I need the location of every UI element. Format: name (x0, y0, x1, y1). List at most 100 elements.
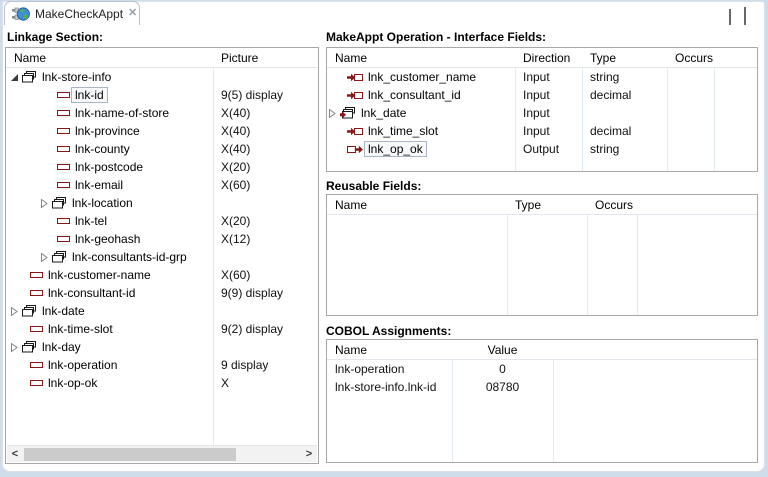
column-header-name[interactable]: Name (6, 48, 213, 67)
tree-row[interactable]: lnk-day (6, 338, 318, 356)
table-row[interactable]: lnk-store-info.lnk-id08780 (327, 378, 757, 396)
name-cell: lnk_op_ok (327, 141, 515, 157)
tree-row[interactable]: lnk-customer-nameX(60) (6, 266, 318, 284)
item-label: lnk-county (75, 142, 130, 156)
name-cell: lnk-operation (6, 358, 213, 372)
tree-row[interactable]: lnk-id9(5) display (6, 86, 318, 104)
scroll-thumb[interactable] (24, 448, 236, 461)
tree-row[interactable]: lnk-operation9 display (6, 356, 318, 374)
scroll-left-icon[interactable]: < (7, 446, 23, 462)
name-cell: lnk_date (327, 106, 515, 120)
field-icon (57, 145, 70, 153)
column-header-name[interactable]: Name (327, 195, 507, 214)
column-header-occurs[interactable]: Occurs (667, 48, 714, 67)
column-header-name[interactable]: Name (327, 340, 452, 359)
collapsed-arrow-icon[interactable] (328, 109, 337, 118)
maximize-icon (744, 7, 746, 25)
tree-row[interactable]: lnk-date (6, 302, 318, 320)
value-cell: X(60) (213, 178, 313, 192)
value-cell: X(12) (213, 232, 313, 246)
item-label: lnk-name-of-store (75, 106, 169, 120)
minimize-icon (729, 9, 731, 25)
value-cell: lnk-store-info.lnk-id (327, 380, 452, 394)
value-cell: Input (515, 88, 582, 102)
item-label: lnk-time-slot (48, 322, 113, 336)
item-label: lnk_date (361, 106, 406, 120)
tree-row[interactable]: lnk-geohashX(12) (6, 230, 318, 248)
group-icon (22, 305, 37, 317)
collapsed-arrow-icon[interactable] (40, 253, 49, 262)
table-row[interactable]: lnk_op_okOutputstring (327, 140, 757, 158)
tree-row[interactable]: lnk-time-slot 9(2) display (6, 320, 318, 338)
tree-row[interactable]: lnk-store-info (6, 68, 318, 86)
scroll-right-icon[interactable]: > (301, 446, 317, 462)
value-cell: X(60) (213, 268, 313, 282)
value-cell: 9(9) display (213, 286, 313, 300)
column-header-direction[interactable]: Direction (515, 48, 582, 67)
item-label: lnk-province (75, 124, 140, 138)
field-icon (30, 361, 43, 369)
value-cell: Output (515, 142, 582, 156)
view-tab-makecheckappt[interactable]: MakeCheckAppt ✕ (4, 1, 140, 25)
column-header-occurs[interactable]: Occurs (587, 195, 637, 214)
group-icon (52, 251, 67, 263)
value-cell: Input (515, 106, 582, 120)
tab-close-icon[interactable]: ✕ (128, 8, 137, 19)
name-cell: lnk-postcode (6, 160, 213, 174)
tree-row[interactable]: lnk-consultants-id-grp (6, 248, 318, 266)
tree-row[interactable]: lnk-emailX(60) (6, 176, 318, 194)
collapsed-arrow-icon[interactable] (10, 307, 19, 316)
tree-row[interactable]: lnk-countyX(40) (6, 140, 318, 158)
value-cell: lnk-operation (327, 362, 452, 376)
column-header-type[interactable]: Type (507, 195, 587, 214)
horizontal-scrollbar[interactable]: < > (7, 445, 317, 462)
table-row[interactable]: lnk_consultant_idInputdecimal (327, 86, 757, 104)
tree-row[interactable]: lnk-provinceX(40) (6, 122, 318, 140)
editor-view: MakeCheckAppt ✕ Linkage Section: MakeApp… (2, 1, 765, 472)
value-cell: X(40) (213, 106, 313, 120)
column-header-type[interactable]: Type (582, 48, 667, 67)
output-field-icon (347, 145, 363, 154)
name-cell: lnk-county (6, 142, 213, 156)
name-cell: lnk-time-slot (6, 322, 213, 336)
tree-row[interactable]: lnk-consultant-id9(9) display (6, 284, 318, 302)
item-label: lnk-date (42, 304, 85, 318)
table-row[interactable]: lnk_customer_nameInputstring (327, 68, 757, 86)
collapsed-arrow-icon[interactable] (10, 343, 19, 352)
field-icon (57, 91, 70, 99)
tree-row[interactable]: lnk-telX(20) (6, 212, 318, 230)
item-label: lnk-tel (75, 214, 107, 228)
tree-row[interactable]: lnk-postcodeX(20) (6, 158, 318, 176)
table-row[interactable]: lnk_date Input (327, 104, 757, 122)
maximize-view-button[interactable] (744, 10, 746, 24)
group-input-icon (340, 107, 356, 119)
field-icon (30, 325, 43, 333)
input-field-icon (347, 91, 363, 100)
value-cell: 9 display (213, 358, 313, 372)
value-cell: 9(2) display (213, 322, 313, 336)
column-header-value[interactable]: Value (452, 340, 553, 359)
value-cell: Input (515, 124, 582, 138)
table-row[interactable]: lnk-operation0 (327, 360, 757, 378)
column-header-picture[interactable]: Picture (213, 48, 313, 67)
group-icon (22, 71, 37, 83)
name-cell: lnk-province (6, 124, 213, 138)
cobol-assignments-table: Name Value lnk-operation0lnk-store-info.… (326, 339, 758, 463)
name-cell: lnk-name-of-store (6, 106, 213, 120)
value-cell: 08780 (452, 380, 553, 394)
collapsed-arrow-icon[interactable] (40, 199, 49, 208)
tree-row[interactable]: lnk-op-okX (6, 374, 318, 392)
item-label: lnk_time_slot (368, 124, 438, 138)
table-row[interactable]: lnk_time_slotInputdecimal (327, 122, 757, 140)
field-icon (57, 181, 70, 189)
name-cell: lnk-consultant-id (6, 286, 213, 300)
tree-row[interactable]: lnk-location (6, 194, 318, 212)
expanded-arrow-icon[interactable] (10, 73, 19, 82)
webservice-globe-icon (12, 6, 30, 22)
minimize-view-button[interactable] (729, 10, 731, 24)
input-field-icon (347, 127, 363, 136)
column-header-name[interactable]: Name (327, 48, 515, 67)
name-cell: lnk-store-info (6, 70, 213, 84)
value-cell: Input (515, 70, 582, 84)
tree-row[interactable]: lnk-name-of-store X(40) (6, 104, 318, 122)
